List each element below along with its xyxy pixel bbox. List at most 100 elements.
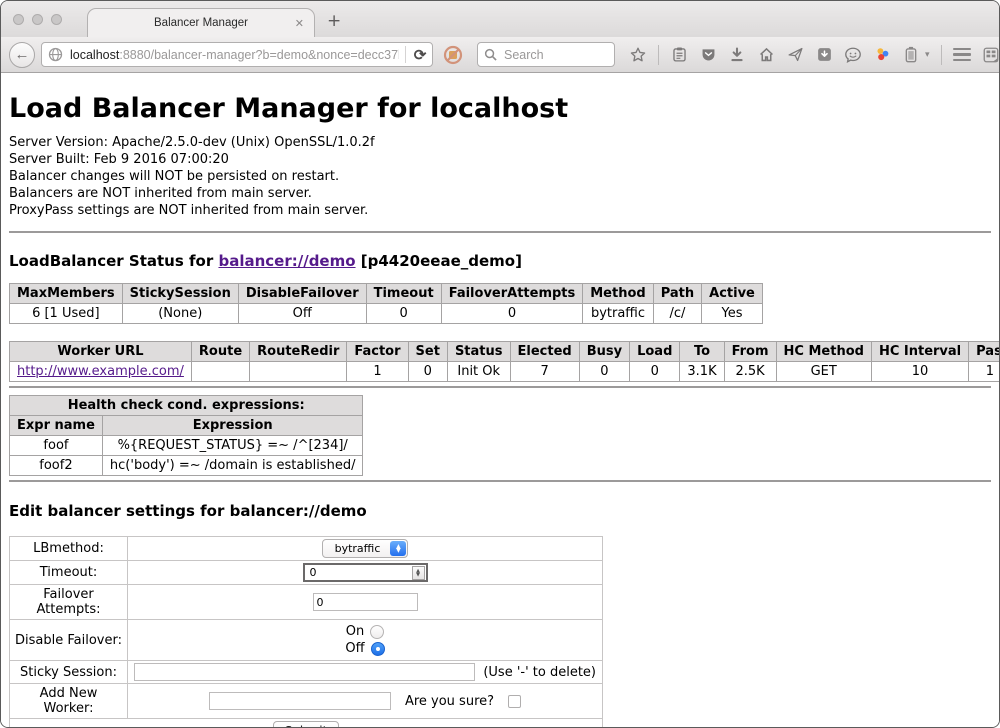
cell-expression: %{REQUEST_STATUS} =~ /^[234]/ [102,436,363,456]
are-you-sure-checkbox[interactable] [508,695,521,708]
select-arrows-icon: ▲▼ [390,541,406,556]
navigation-toolbar: ← localhost:8880/balancer-manager?b=demo… [1,37,999,73]
back-button[interactable]: ← [9,42,35,68]
table-row: 6 [1 Used] (None) Off 0 0 bytraffic /c/ … [10,304,763,324]
disable-failover-on-radio[interactable] [370,625,384,639]
col-worker-url: Worker URL [10,342,192,362]
col-method: Method [583,284,653,304]
search-icon [484,48,497,61]
persist-note-line: Balancer changes will NOT be persisted o… [9,168,991,185]
url-text[interactable]: localhost:8880/balancer-manager?b=demo&n… [70,48,399,62]
number-spinner[interactable]: ▲▼ [412,566,425,580]
cell-elected: 7 [510,362,579,382]
worker-row: http://www.example.com/ 1 0 Init Ok 7 0 … [10,362,1000,382]
server-built-line: Server Built: Feb 9 2016 07:00:20 [9,151,991,168]
table-header-row: Worker URL Route RouteRedir Factor Set S… [10,342,1000,362]
radio-off-label: Off [345,641,364,656]
feedback-smiley-icon[interactable] [844,46,862,64]
col-expr-name: Expr name [10,416,103,436]
col-maxmembers: MaxMembers [10,284,123,304]
tab-balancer-manager[interactable]: Balancer Manager ✕ [87,8,315,37]
table-header-row: MaxMembers StickySession DisableFailover… [10,284,763,304]
server-info: Server Version: Apache/2.5.0-dev (Unix) … [9,134,991,219]
tab-title: Balancer Manager [154,17,248,29]
cell-expr-name: foof [10,436,103,456]
toolbar-divider [658,45,659,65]
proxypass-note-line: ProxyPass settings are NOT inherited fro… [9,202,991,219]
page-content: Load Balancer Manager for localhost Serv… [1,73,999,727]
col-active: Active [702,284,763,304]
search-field[interactable] [477,42,615,67]
content-blocker-icon[interactable] [443,45,463,65]
col-disablefailover: DisableFailover [238,284,366,304]
col-failoverattempts: FailoverAttempts [441,284,583,304]
home-icon[interactable] [757,46,775,64]
cell-hc-method: GET [776,362,871,382]
disable-failover-off-radio[interactable] [371,642,385,656]
cell-method: bytraffic [583,304,653,324]
tab-groups-icon[interactable] [982,46,1000,64]
sticky-session-label: Sticky Session: [10,661,128,684]
battery-status-icon[interactable] [902,46,920,64]
add-worker-label: Add New Worker: [10,684,128,719]
globe-icon [48,47,64,62]
col-route: Route [191,342,249,362]
search-input[interactable] [502,47,608,63]
tab-strip: Balancer Manager ✕ + [1,1,999,37]
cell-expr-name: foof2 [10,456,103,476]
col-status: Status [447,342,510,362]
disable-failover-label: Disable Failover: [10,620,128,661]
zoom-window-button[interactable] [51,14,62,25]
cell-worker-url: http://www.example.com/ [10,362,192,382]
lbmethod-select[interactable]: bytraffic ▲▼ [322,539,409,558]
save-page-icon[interactable] [815,46,833,64]
col-from: From [724,342,776,362]
cell-disablefailover: Off [238,304,366,324]
cell-stickysession: (None) [122,304,238,324]
col-load: Load [630,342,680,362]
send-tab-icon[interactable] [786,46,804,64]
cell-hc-interval: 10 [871,362,968,382]
form-row-disable-failover: Disable Failover: On Off [10,620,603,661]
downloads-icon[interactable] [728,46,746,64]
timeout-label: Timeout: [10,561,128,585]
window-controls[interactable] [13,14,62,25]
menu-icon[interactable] [953,48,971,62]
form-row-submit: Submit [10,719,603,728]
col-set: Set [408,342,447,362]
toolbar-buttons: ▾ [629,45,1000,65]
dropdown-caret-icon[interactable]: ▾ [925,49,930,60]
minimize-window-button[interactable] [32,14,43,25]
cell-load: 0 [630,362,680,382]
close-window-button[interactable] [13,14,24,25]
col-routeredir: RouteRedir [250,342,347,362]
cell-active: Yes [702,304,763,324]
worker-url-link[interactable]: http://www.example.com/ [17,364,184,379]
add-worker-input[interactable] [209,692,391,710]
color-dots-extension-icon[interactable] [873,46,891,64]
new-tab-button[interactable]: + [327,13,341,30]
col-stickysession: StickySession [122,284,238,304]
url-bar[interactable]: localhost:8880/balancer-manager?b=demo&n… [41,42,433,67]
failover-attempts-input[interactable] [313,593,418,611]
submit-button[interactable]: Submit [273,721,340,727]
timeout-input[interactable] [308,565,412,580]
col-busy: Busy [579,342,629,362]
form-row-timeout: Timeout: ▲▼ [10,561,603,585]
cell-path: /c/ [653,304,701,324]
bookmark-star-icon[interactable] [629,46,647,64]
reading-list-icon[interactable] [670,46,688,64]
tab-close-icon[interactable]: ✕ [295,17,304,30]
pocket-icon[interactable] [699,46,717,64]
table-header-row: Expr name Expression [10,416,363,436]
reload-icon[interactable]: ⟳ [412,46,428,64]
divider-1 [9,231,991,233]
toolbar-divider-2 [941,45,942,65]
balancer-demo-link[interactable]: balancer://demo [218,252,355,270]
sticky-session-input[interactable] [134,663,475,681]
lbmethod-label: LBmethod: [10,537,128,561]
inherit-note-line: Balancers are NOT inherited from main se… [9,185,991,202]
health-check-title: Health check cond. expressions: [10,396,363,416]
col-hc-interval: HC Interval [871,342,968,362]
form-row-lbmethod: LBmethod: bytraffic ▲▼ [10,537,603,561]
